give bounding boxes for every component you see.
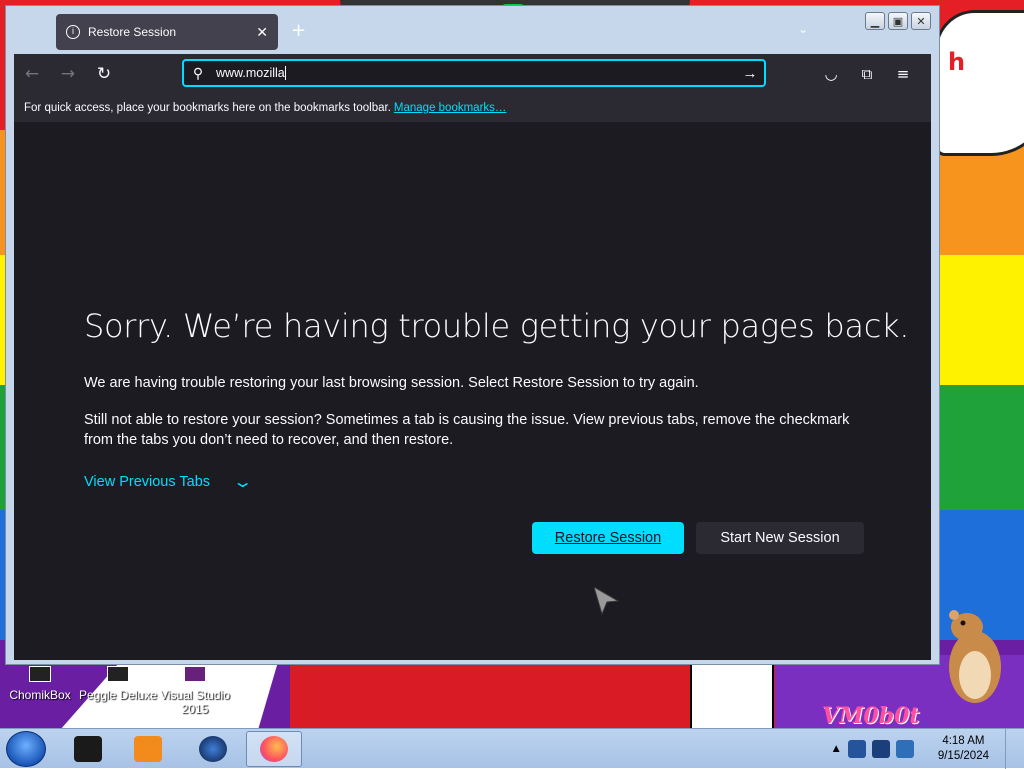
visual-studio-icon (184, 666, 206, 682)
taskbar-item-media-player[interactable] (120, 731, 176, 767)
url-input[interactable]: www.mozilla (212, 66, 736, 81)
maximize-button[interactable]: ▣ (888, 12, 908, 30)
toolbar-right: ◡ ⧉ ≡ (813, 58, 921, 90)
restore-session-button[interactable]: Restore Session (532, 522, 684, 554)
close-tab-icon[interactable]: ✕ (256, 24, 268, 41)
pocket-button[interactable]: ◡ (813, 58, 849, 90)
tray-volume-icon[interactable] (895, 740, 914, 758)
clock-date: 9/15/2024 (937, 750, 989, 762)
chomikbox-icon (29, 666, 51, 682)
window-controls: ▁ ▣ ✕ (865, 12, 931, 30)
app-icon (74, 736, 102, 762)
tab-title: Restore Session (88, 25, 177, 39)
forward-button[interactable]: → (50, 58, 86, 90)
speech-bubble: h (935, 10, 1024, 156)
desktop-overlay-text: VM0b0t (822, 703, 920, 729)
minimize-button[interactable]: ▁ (865, 12, 885, 30)
hamburger-icon: ≡ (896, 65, 910, 83)
desktop-icon-label: Peggle Deluxe (78, 688, 158, 702)
chevron-down-icon: ⌄ (231, 474, 254, 491)
close-window-button[interactable]: ✕ (911, 12, 931, 30)
mouse-cursor-icon (594, 587, 620, 615)
tray-network-icon[interactable] (871, 740, 890, 758)
peggle-icon (107, 666, 129, 682)
firefox-icon (260, 736, 288, 762)
taskbar: ▲ 4:18 AM 9/15/2024 (0, 728, 1024, 769)
desktop-icon-visual-studio[interactable]: Visual Studio 2015 (155, 666, 235, 716)
go-arrow-icon[interactable]: → (736, 65, 764, 82)
taskbar-item-firefox[interactable] (246, 731, 302, 767)
url-bar[interactable]: ⚲ www.mozilla → (182, 59, 766, 87)
desktop-icon-label: Visual Studio 2015 (160, 688, 230, 716)
info-icon: i (66, 25, 80, 39)
search-icon: ⚲ (192, 64, 204, 81)
tab-restore-session[interactable]: i Restore Session ✕ (56, 14, 278, 50)
clock-time: 4:18 AM (942, 735, 985, 747)
back-button[interactable]: ← (14, 58, 50, 90)
system-tray: ▲ 4:18 AM 9/15/2024 (830, 729, 1016, 769)
forward-arrow-icon: → (60, 64, 76, 84)
start-button[interactable] (6, 731, 46, 767)
view-previous-tabs-label: View Previous Tabs (84, 474, 211, 490)
clock[interactable]: 4:18 AM 9/15/2024 (938, 734, 989, 764)
menu-button[interactable]: ≡ (885, 58, 921, 90)
desktop-icon-label: ChomikBox (9, 688, 71, 702)
reload-button[interactable]: ↻ (86, 58, 122, 90)
page-title: Sorry. We’re having trouble getting your… (84, 307, 910, 345)
globe-icon (199, 736, 227, 762)
new-tab-icon[interactable]: + (291, 20, 306, 41)
pocket-icon: ◡ (824, 65, 838, 83)
reload-icon: ↻ (96, 64, 112, 84)
puzzle-icon: ⧉ (861, 65, 873, 83)
desktop-icon-chomikbox[interactable]: ChomikBox (0, 666, 80, 702)
view-previous-tabs-toggle[interactable]: View Previous Tabs ⌄ (84, 472, 253, 492)
hamster-image (949, 610, 1001, 703)
taskbar-item-app-1[interactable] (60, 731, 116, 767)
back-arrow-icon: ← (24, 64, 40, 84)
page-paragraph-1: We are having trouble restoring your las… (84, 375, 699, 391)
browser-window: i Restore Session ✕ + ⌄ ▁ ▣ ✕ ← → ↻ ⚲ ww… (5, 5, 940, 665)
page-paragraph-2: Still not able to restore your session? … (84, 412, 850, 448)
show-desktop-button[interactable] (1005, 729, 1016, 769)
speech-text: h (948, 48, 966, 76)
bookmarks-hint: For quick access, place your bookmarks h… (24, 102, 391, 114)
bookmarks-toolbar: For quick access, place your bookmarks h… (14, 94, 931, 122)
tray-app-icon[interactable] (847, 740, 866, 758)
desktop-icon-peggle[interactable]: Peggle Deluxe (78, 666, 158, 702)
extensions-button[interactable]: ⧉ (849, 58, 885, 90)
tab-list-chevron-icon[interactable]: ⌄ (798, 22, 808, 36)
media-player-icon (134, 736, 162, 762)
taskbar-item-globe[interactable] (185, 731, 241, 767)
page-content: Sorry. We’re having trouble getting your… (14, 122, 931, 660)
navigation-toolbar: ← → ↻ ⚲ www.mozilla → ◡ ⧉ ≡ (14, 54, 931, 94)
tab-strip: i Restore Session ✕ + ⌄ ▁ ▣ ✕ (6, 6, 939, 56)
show-hidden-icons-icon[interactable]: ▲ (830, 743, 841, 755)
start-new-session-button[interactable]: Start New Session (696, 522, 864, 554)
manage-bookmarks-link[interactable]: Manage bookmarks… (394, 102, 507, 114)
